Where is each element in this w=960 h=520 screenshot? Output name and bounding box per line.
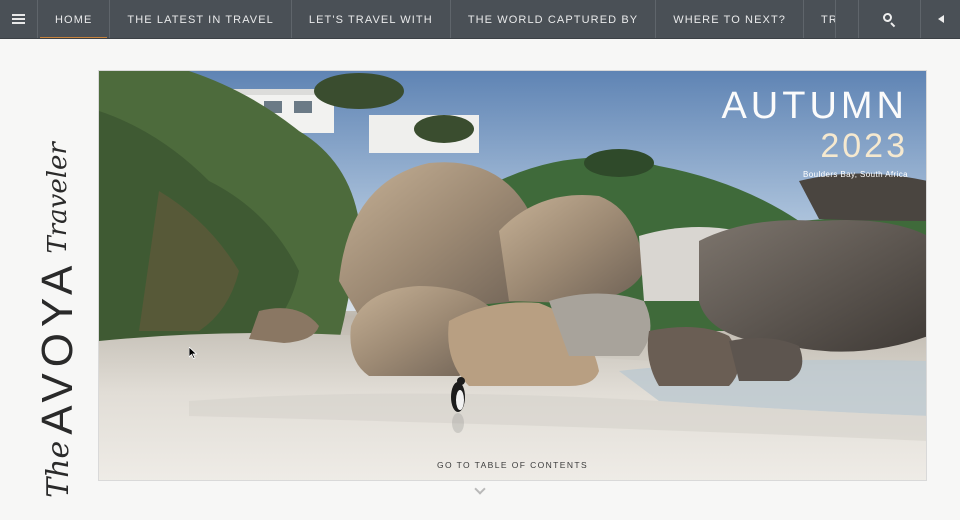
hero-cover-image: AUTUMN 2023 Boulders Bay, South Africa G… [98, 70, 927, 481]
nav-item-latest-in-travel[interactable]: THE LATEST IN TRAVEL [110, 0, 292, 38]
mouse-cursor-icon [189, 347, 197, 359]
volume-button[interactable] [920, 0, 960, 38]
photo-location: Boulders Bay, South Africa [803, 170, 908, 180]
issue-year: 2023 [820, 127, 908, 165]
search-button[interactable] [858, 0, 920, 38]
brand-logo: The AVOYA Traveler [28, 142, 88, 498]
chevron-down-icon[interactable] [474, 485, 486, 495]
speaker-icon [937, 15, 944, 23]
nav-item-home[interactable]: HOME [38, 0, 111, 38]
issue-title: AUTUMN 2023 Boulders Bay, South Africa [721, 87, 908, 179]
nav-item-lets-travel-with[interactable]: LET'S TRAVEL WITH [292, 0, 451, 38]
brand-name: AVOYA [33, 259, 82, 435]
brand-the: The [40, 440, 76, 498]
issue-season: AUTUMN [721, 85, 908, 127]
search-icon [883, 12, 896, 27]
brand-traveler: Traveler [43, 142, 73, 254]
top-navigation: HOME THE LATEST IN TRAVEL LET'S TRAVEL W… [0, 0, 960, 39]
nav-items: HOME THE LATEST IN TRAVEL LET'S TRAVEL W… [38, 0, 836, 38]
menu-button[interactable] [0, 0, 38, 38]
nav-item-travel-through[interactable]: TRAVEL THROUGH F [804, 0, 836, 38]
nav-item-where-to-next[interactable]: WHERE TO NEXT? [656, 0, 805, 38]
nav-item-world-captured-by[interactable]: THE WORLD CAPTURED BY [451, 0, 657, 38]
go-to-toc-link[interactable]: GO TO TABLE OF CONTENTS [99, 460, 926, 470]
nav-right-tools [858, 0, 960, 38]
hamburger-icon [12, 14, 25, 24]
